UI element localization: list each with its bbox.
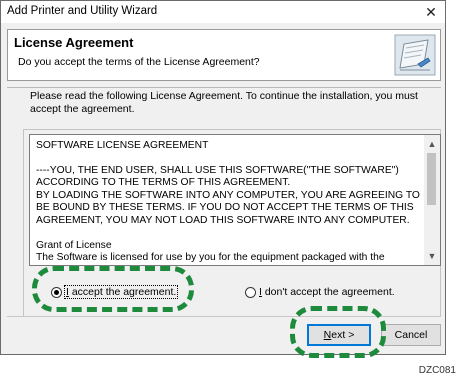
license-text: SOFTWARE LICENSE AGREEMENT ----YOU, THE …	[36, 140, 424, 265]
close-icon[interactable]: ✕	[417, 1, 445, 23]
decline-radio-dot[interactable]	[245, 286, 256, 298]
figure-code: DZC081	[418, 365, 456, 376]
scroll-up-icon[interactable]: ▲	[424, 136, 440, 152]
instruction-text: Please read the following License Agreem…	[30, 90, 418, 115]
page-title: License Agreement	[14, 35, 134, 50]
window-title: Add Printer and Utility Wizard	[7, 5, 158, 17]
wizard-window: Add Printer and Utility Wizard ✕ License…	[0, 0, 446, 355]
license-textbox[interactable]: SOFTWARE LICENSE AGREEMENT ----YOU, THE …	[29, 134, 441, 266]
cancel-button[interactable]: Cancel	[381, 324, 441, 346]
license-paragraph: ----YOU, THE END USER, SHALL USE THIS SO…	[36, 164, 420, 226]
accept-label: I accept the agreement.	[63, 285, 179, 299]
license-scrollbar[interactable]: ▲ ▼	[424, 135, 440, 265]
title-bar: Add Printer and Utility Wizard ✕	[1, 1, 445, 23]
scroll-thumb[interactable]	[427, 153, 436, 205]
grant-title: Grant of License	[36, 239, 112, 251]
next-button[interactable]: Next >	[307, 324, 371, 346]
document-icon	[394, 34, 436, 76]
decline-radio[interactable]: I don't accept the agreement.	[245, 286, 395, 298]
license-heading: SOFTWARE LICENSE AGREEMENT	[36, 140, 209, 151]
scroll-down-icon[interactable]: ▼	[424, 248, 440, 264]
accept-radio-dot[interactable]	[51, 286, 62, 298]
header-separator	[7, 87, 441, 88]
page-subtitle: Do you accept the terms of the License A…	[18, 56, 260, 68]
decline-label: I don't accept the agreement.	[259, 286, 395, 298]
button-separator	[7, 316, 441, 317]
grant-text: The Software is licensed for use by you …	[36, 252, 385, 265]
accept-radio[interactable]: I accept the agreement.	[51, 285, 179, 299]
wizard-header: License Agreement Do you accept the term…	[7, 29, 441, 81]
